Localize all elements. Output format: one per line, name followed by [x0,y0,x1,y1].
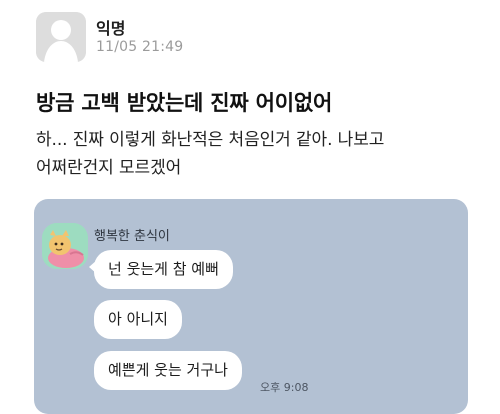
author-name: 익명 [96,19,126,38]
post-body-line: 하... 진짜 이렇게 화난적은 처음인거 같아. 나보고 [36,130,385,150]
post-timestamp: 11/05 21:49 [96,39,184,55]
sender-name: 행복한 춘식이 [94,229,170,244]
chat-message-text: 아 아니지 [108,310,168,328]
chat-message-text: 넌 웃는게 참 예뻐 [108,260,219,278]
message-tail [89,260,97,274]
post-header: 익명 11/05 21:49 [36,12,456,70]
chat-message-bubble: 넌 웃는게 참 예뻐 [89,250,233,289]
post-title: 방금 고백 받았는데 진짜 어이없어 [36,91,333,115]
anonymous-user-icon [36,12,86,62]
chat-screenshot: 행복한 춘식이 넌 웃는게 참 예뻐 아 아니지 예쁜게 웃는 거구나 오후 9… [34,199,468,414]
chat-time: 오후 9:08 [260,381,309,394]
chat-message-bubble: 예쁜게 웃는 거구나 [94,351,242,390]
chunsik-character-icon [42,223,88,269]
post-body-line: 어쩌란건지 모르겠어 [36,158,182,178]
chat-message-bubble: 아 아니지 [94,300,182,339]
post-body: 하... 진짜 이렇게 화난적은 처음인거 같아. 나보고 어쩌란건지 모르겠어 [36,126,466,182]
chat-message-text: 예쁜게 웃는 거구나 [108,361,228,379]
